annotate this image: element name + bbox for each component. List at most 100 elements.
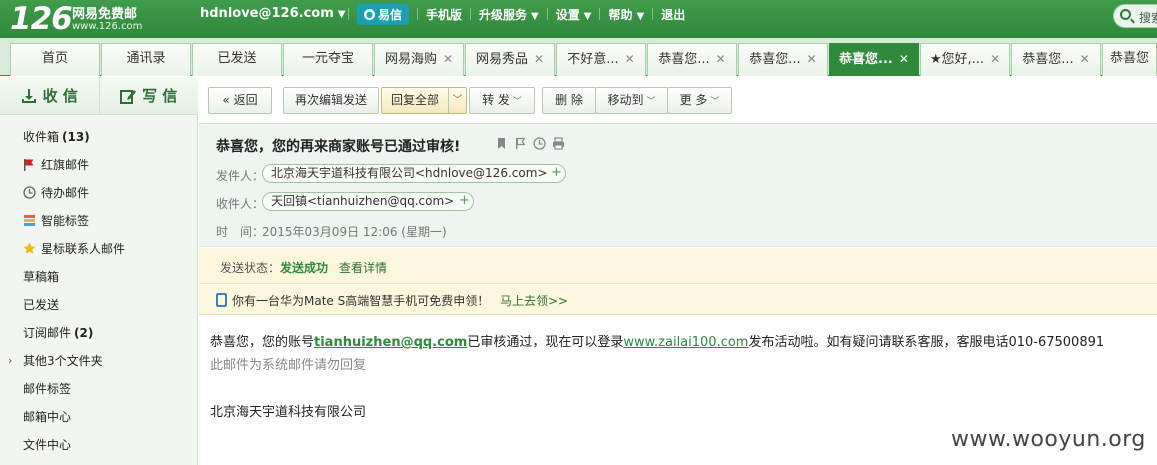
delete-button[interactable]: 删 除: [542, 87, 596, 114]
tab-sent[interactable]: 已发送: [192, 43, 282, 76]
more-button[interactable]: 更 多 ﹀: [667, 87, 732, 114]
nav-upgrade[interactable]: 升级服务 ▼: [479, 6, 539, 23]
reply-all-button[interactable]: 回复全部 ﹀: [381, 87, 467, 114]
brand-url: www.126.com: [72, 21, 143, 32]
red-flag-icon: [24, 159, 34, 171]
tab-mail-3[interactable]: 恭喜您... ✕: [738, 43, 828, 76]
folder-label: 邮件标签: [23, 382, 72, 396]
close-icon[interactable]: ✕: [990, 52, 1000, 66]
from-label: 发件人：: [216, 169, 265, 183]
tab-mail-1[interactable]: 不好意... ✕: [556, 43, 646, 76]
user-email: hdnlove@126.com: [200, 6, 334, 21]
unread-count: (13): [62, 130, 90, 144]
tab-mail-7[interactable]: 恭喜您: [1102, 43, 1157, 76]
reedit-button[interactable]: 再次编辑发送: [283, 87, 379, 114]
message-time: 2015年03月09日 12:06 (星期一): [262, 225, 447, 239]
body-paragraph: 恭喜您，您的账号tianhuizhen@qq.com已审核通过，现在可以登录ww…: [210, 331, 1104, 350]
folder-file-center[interactable]: 文件中心: [0, 432, 198, 460]
forward-button[interactable]: 转 发 ﹀: [469, 87, 535, 114]
signature: 北京海天宇道科技有限公司: [210, 405, 367, 420]
receive-button[interactable]: 收 信: [0, 77, 99, 114]
chevron-down-icon: ▼: [583, 10, 592, 22]
folder-label: 文件中心: [23, 438, 72, 452]
tab-xiupin[interactable]: 网易秀品 ✕: [465, 43, 555, 76]
folder-label: 订阅邮件: [23, 326, 72, 340]
close-icon[interactable]: ✕: [534, 52, 544, 66]
folder-label: 邮箱中心: [23, 410, 72, 424]
folder-todo[interactable]: 待办邮件: [0, 180, 198, 208]
folder-subscriptions[interactable]: 订阅邮件 (2): [0, 320, 198, 348]
divider: [417, 8, 419, 20]
account-link[interactable]: tianhuizhen@qq.com: [314, 335, 467, 350]
folder-other[interactable]: › 其他3个文件夹: [0, 348, 198, 376]
compose-row: 收 信 写 信: [0, 77, 198, 115]
add-recipient-icon[interactable]: +: [456, 192, 474, 211]
nav-settings[interactable]: 设置 ▼: [556, 6, 592, 23]
print-icon[interactable]: [552, 137, 565, 150]
bookmark-icon[interactable]: [495, 137, 508, 150]
close-icon[interactable]: ✕: [443, 52, 453, 66]
close-icon[interactable]: ✕: [1080, 52, 1090, 66]
flag-icon[interactable]: [514, 137, 527, 150]
more-label: 更 多: [679, 93, 708, 107]
yixin-button[interactable]: ● 易信: [357, 3, 410, 25]
tab-mail-5[interactable]: ★您好,... ✕: [920, 43, 1010, 76]
user-account-menu[interactable]: hdnlove@126.com ▼: [200, 6, 345, 21]
compose-button[interactable]: 写 信: [98, 77, 199, 114]
search-input[interactable]: 搜索: [1113, 4, 1157, 28]
chevron-down-icon[interactable]: ﹀: [448, 88, 466, 113]
tab-mail-6[interactable]: 恭喜您... ✕: [1011, 43, 1101, 76]
site-link[interactable]: www.zailai100.com: [623, 335, 748, 350]
brand-name: 网易免费邮: [72, 7, 138, 22]
close-icon[interactable]: ✕: [716, 52, 726, 66]
nav-help[interactable]: 帮助 ▼: [608, 6, 644, 23]
tab-label: 已发送: [217, 51, 257, 66]
folder-label: 草稿箱: [23, 270, 60, 284]
body-text: 发布活动啦。如有疑问请联系客服，客服电话010-67500891: [748, 335, 1105, 350]
nav-logout[interactable]: 退出: [661, 6, 685, 23]
nav-upgrade-label: 升级服务: [479, 7, 528, 22]
chevron-right-icon[interactable]: ›: [8, 348, 12, 374]
nav-mobile[interactable]: 手机版: [426, 6, 462, 23]
close-icon[interactable]: ✕: [807, 52, 817, 66]
promo-link[interactable]: 马上去领>>: [500, 292, 568, 309]
folder-flagged[interactable]: 红旗邮件: [0, 152, 198, 180]
chevron-down-icon: ﹀: [512, 97, 522, 107]
tab-mail-2[interactable]: 恭喜您... ✕: [647, 43, 737, 76]
to-label: 收件人：: [216, 197, 265, 211]
folder-inbox[interactable]: 收件箱 (13): [0, 124, 198, 152]
folder-list: 收件箱 (13) 红旗邮件 待办邮件 智能标签 星标联系人邮件 草稿箱 已发送 订…: [0, 124, 198, 460]
back-button[interactable]: « 返回: [208, 87, 272, 114]
divider: [348, 8, 349, 20]
tab-home[interactable]: 首页: [10, 43, 100, 76]
move-to-button[interactable]: 移动到 ﹀: [595, 87, 668, 114]
tab-yiyuan[interactable]: 一元夺宝: [283, 43, 373, 76]
folder-mail-center[interactable]: 邮箱中心: [0, 404, 198, 432]
top-nav: ● 易信 手机版 升级服务 ▼ 设置 ▼ 帮助 ▼ 退出: [340, 3, 685, 25]
view-details-link[interactable]: 查看详情: [339, 259, 387, 276]
tab-contacts[interactable]: 通讯录: [101, 43, 191, 76]
folder-drafts[interactable]: 草稿箱: [0, 264, 198, 292]
message-subject: 恭喜您，您的再来商家账号已通过审核!: [216, 139, 461, 155]
logo[interactable]: 126: [10, 1, 73, 37]
folder-mail-tags[interactable]: 邮件标签: [0, 376, 198, 404]
recipient-chip[interactable]: 天回镇<tianhuizhen@qq.com>: [262, 192, 464, 211]
tab-label: 首页: [41, 51, 68, 66]
add-sender-icon[interactable]: +: [548, 164, 566, 183]
body-text: 恭喜您，您的账号: [210, 335, 315, 350]
download-icon: [21, 88, 36, 103]
yixin-icon: ●: [364, 8, 375, 20]
folder-sent[interactable]: 已发送: [0, 292, 198, 320]
divider: [652, 8, 654, 20]
folder-smart-tags[interactable]: 智能标签: [0, 208, 198, 236]
send-status-bar: 发送状态：发送成功 查看详情: [199, 248, 1157, 284]
folder-starred-contacts[interactable]: 星标联系人邮件: [0, 236, 198, 264]
tags-icon: [24, 215, 35, 226]
tab-mail-active[interactable]: 恭喜您... ✕: [829, 43, 919, 76]
tab-bar: 首页 通讯录 已发送 一元夺宝 网易海购 ✕ 网易秀品 ✕ 不好意... ✕ 恭喜您.…: [0, 38, 1157, 76]
clock-icon[interactable]: [533, 137, 546, 150]
close-icon[interactable]: ✕: [899, 52, 909, 66]
tab-haigou[interactable]: 网易海购 ✕: [374, 43, 464, 76]
close-icon[interactable]: ✕: [625, 52, 635, 66]
sender-chip[interactable]: 北京海天宇道科技有限公司<hdnlove@126.com>: [262, 164, 557, 183]
